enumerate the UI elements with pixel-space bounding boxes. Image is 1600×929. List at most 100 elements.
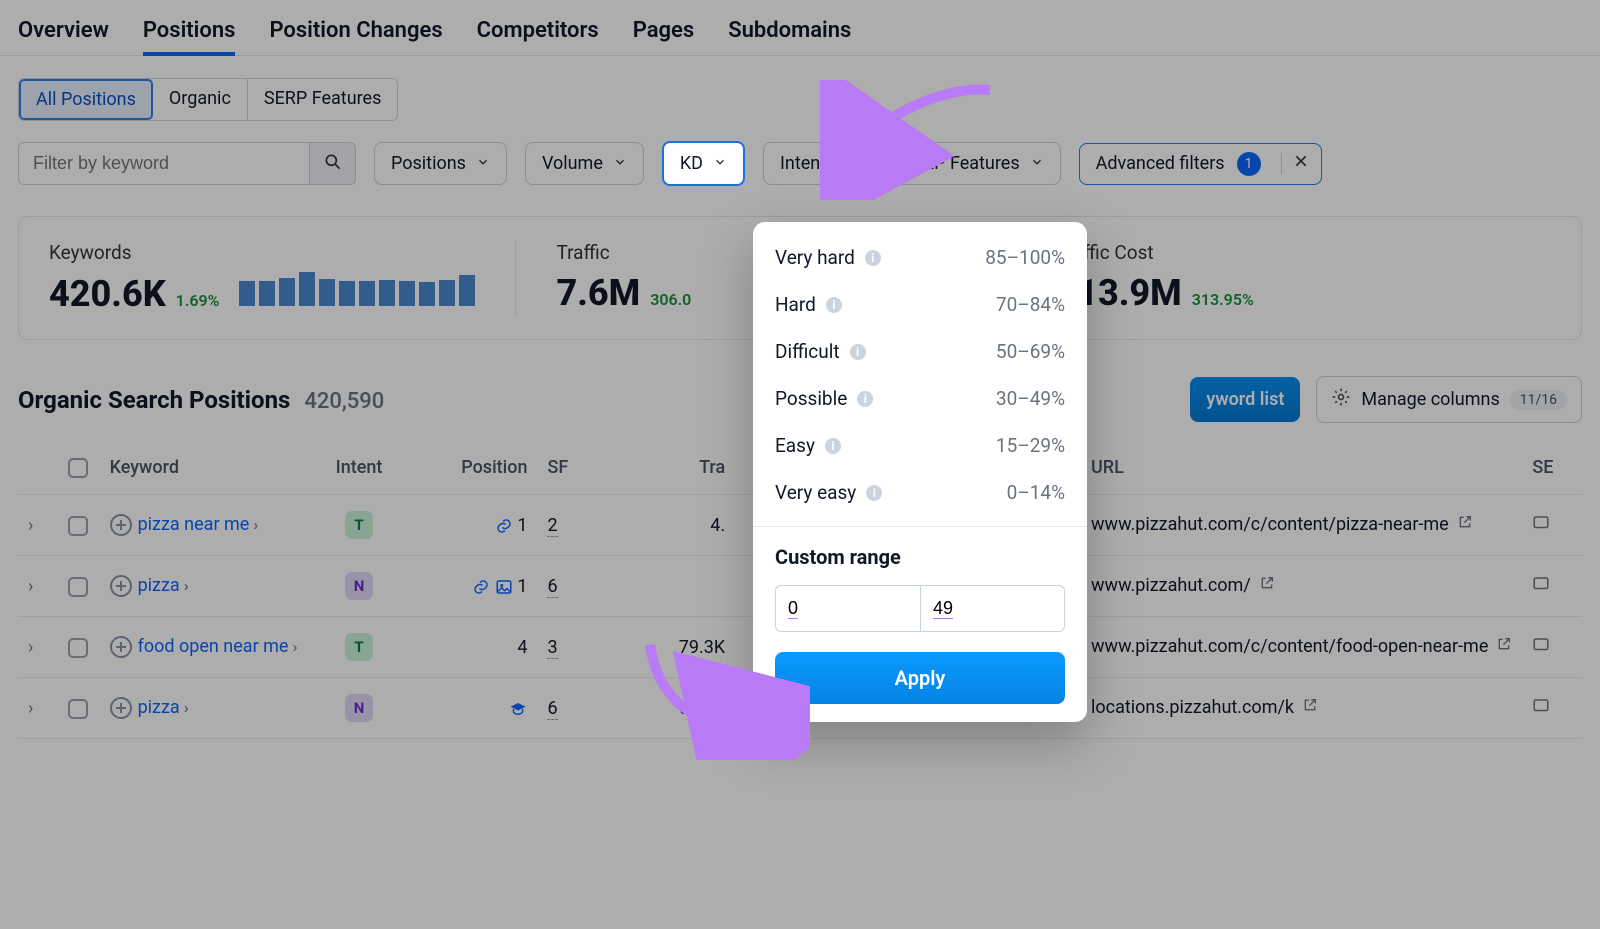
kd-level-range: 50–69%: [996, 340, 1065, 363]
kd-apply-button[interactable]: Apply: [775, 652, 1065, 704]
filter-positions-dropdown[interactable]: Positions: [374, 142, 507, 185]
keyword-filter-input[interactable]: [19, 143, 309, 184]
tab-competitors[interactable]: Competitors: [477, 18, 599, 43]
filter-volume-dropdown[interactable]: Volume: [525, 142, 644, 185]
keyword-filter-input-wrap: [18, 142, 356, 185]
result-url-link[interactable]: www.pizzahut.com/: [1091, 575, 1251, 596]
keyword-expand-icon[interactable]: ››: [184, 577, 185, 595]
manage-columns-label: Manage columns: [1361, 389, 1499, 410]
keyword-list-button[interactable]: yword list: [1190, 377, 1300, 422]
info-icon: i: [857, 391, 873, 407]
kd-custom-range-inputs: [753, 577, 1087, 640]
kd-level-option[interactable]: Hardi70–84%: [753, 281, 1087, 328]
keyword-link[interactable]: pizza near me: [138, 514, 250, 535]
scope-organic[interactable]: Organic: [153, 79, 248, 120]
keywords-sparkline: [239, 272, 475, 306]
kd-level-option[interactable]: Very hardi85–100%: [753, 234, 1087, 281]
keyword-link[interactable]: pizza: [138, 697, 180, 718]
filter-serp-label: SERP Features: [902, 153, 1020, 174]
kd-filter-popover: Very hardi85–100%Hardi70–84%Difficulti50…: [753, 222, 1087, 722]
keyword-expand-icon[interactable]: ››: [292, 638, 293, 656]
sf-value[interactable]: 6: [547, 698, 557, 720]
result-url-link[interactable]: www.pizzahut.com/c/content/pizza-near-me: [1091, 514, 1449, 535]
tab-subdomains[interactable]: Subdomains: [728, 18, 851, 43]
expand-row-chevron[interactable]: ›: [28, 515, 33, 536]
expand-row-chevron[interactable]: ›: [28, 698, 33, 719]
kd-level-range: 15–29%: [996, 434, 1065, 457]
serp-preview-icon[interactable]: [1532, 577, 1550, 598]
tab-pages[interactable]: Pages: [633, 18, 694, 43]
kd-level-option[interactable]: Very easyi0–14%: [753, 469, 1087, 516]
chevron-down-icon: [613, 153, 627, 174]
external-link-icon[interactable]: [1496, 635, 1512, 659]
info-icon: i: [826, 297, 842, 313]
external-link-icon[interactable]: [1457, 513, 1473, 537]
select-all-checkbox[interactable]: [68, 458, 88, 478]
result-url-link[interactable]: locations.pizzahut.com/k: [1091, 697, 1294, 718]
scope-all-positions[interactable]: All Positions: [19, 79, 153, 120]
keyword-link[interactable]: pizza: [138, 575, 180, 596]
row-checkbox[interactable]: [68, 516, 88, 536]
filter-kd-dropdown[interactable]: KD: [662, 141, 745, 186]
table-right-buttons: yword list Manage columns 11/16: [1190, 376, 1582, 423]
kd-level-option[interactable]: Difficulti50–69%: [753, 328, 1087, 375]
col-serp[interactable]: SE: [1522, 441, 1582, 495]
add-to-list-icon[interactable]: [110, 636, 132, 658]
col-url[interactable]: URL: [1081, 441, 1522, 495]
kd-level-name: Easy: [775, 434, 815, 457]
keyword-expand-icon[interactable]: ››: [184, 699, 185, 717]
info-icon: i: [866, 485, 882, 501]
filter-intent-dropdown[interactable]: Intent: [763, 142, 867, 185]
result-url-link[interactable]: www.pizzahut.com/c/content/food-open-nea…: [1091, 636, 1488, 657]
tab-overview[interactable]: Overview: [18, 18, 109, 43]
advanced-filters-label: Advanced filters: [1096, 153, 1225, 174]
filter-serp-features-dropdown[interactable]: SERP Features: [885, 142, 1061, 185]
gear-icon: [1331, 387, 1351, 412]
col-sf[interactable]: SF: [537, 441, 606, 495]
add-to-list-icon[interactable]: [110, 575, 132, 597]
row-checkbox[interactable]: [68, 638, 88, 658]
tab-positions[interactable]: Positions: [143, 18, 236, 43]
metric-traffic-cost: Traffic Cost $13.9M 313.95%: [1056, 241, 1356, 314]
tab-position-changes[interactable]: Position Changes: [269, 18, 442, 43]
kd-custom-from-input[interactable]: [775, 585, 920, 632]
row-checkbox[interactable]: [68, 699, 88, 719]
sf-value[interactable]: 3: [547, 637, 557, 659]
traffic-value: 4.: [607, 495, 735, 556]
col-keyword[interactable]: Keyword: [100, 441, 310, 495]
metric-traffic-pct: 306.0: [650, 290, 691, 309]
serp-preview-icon[interactable]: [1532, 516, 1550, 537]
keyword-link[interactable]: food open near me: [138, 636, 289, 657]
keyword-expand-icon[interactable]: ››: [253, 516, 254, 534]
kd-custom-to-input[interactable]: [920, 585, 1065, 632]
row-checkbox[interactable]: [68, 577, 88, 597]
advanced-filters-button[interactable]: Advanced filters 1: [1079, 143, 1322, 185]
kd-custom-range-label: Custom range: [753, 537, 1087, 577]
serp-preview-icon[interactable]: [1532, 638, 1550, 659]
external-link-icon[interactable]: [1302, 696, 1318, 720]
scope-serp-features[interactable]: SERP Features: [248, 79, 398, 120]
advanced-filters-clear[interactable]: [1281, 153, 1309, 174]
add-to-list-icon[interactable]: [110, 697, 132, 719]
serp-preview-icon[interactable]: [1532, 699, 1550, 720]
sf-value[interactable]: 2: [547, 515, 557, 537]
external-link-icon[interactable]: [1259, 574, 1275, 598]
expand-row-chevron[interactable]: ›: [28, 576, 33, 597]
manage-columns-button[interactable]: Manage columns 11/16: [1316, 376, 1582, 423]
metric-keywords-value: 420.6K: [49, 273, 166, 315]
filter-positions-label: Positions: [391, 153, 466, 174]
col-traffic[interactable]: Tra: [607, 441, 735, 495]
intent-badge: N: [345, 694, 373, 722]
sf-value[interactable]: 6: [547, 576, 557, 598]
kd-level-option[interactable]: Easyi15–29%: [753, 422, 1087, 469]
kd-level-option[interactable]: Possiblei30–49%: [753, 375, 1087, 422]
table-title: Organic Search Positions 420,590: [18, 386, 384, 414]
keyword-filter-search-button[interactable]: [309, 143, 355, 184]
close-icon: [1293, 153, 1309, 174]
metric-traffic-cost-label: Traffic Cost: [1056, 241, 1316, 264]
expand-row-chevron[interactable]: ›: [28, 637, 33, 658]
col-position[interactable]: Position: [409, 441, 538, 495]
add-to-list-icon[interactable]: [110, 514, 132, 536]
info-icon: i: [865, 250, 881, 266]
col-intent[interactable]: Intent: [309, 441, 408, 495]
